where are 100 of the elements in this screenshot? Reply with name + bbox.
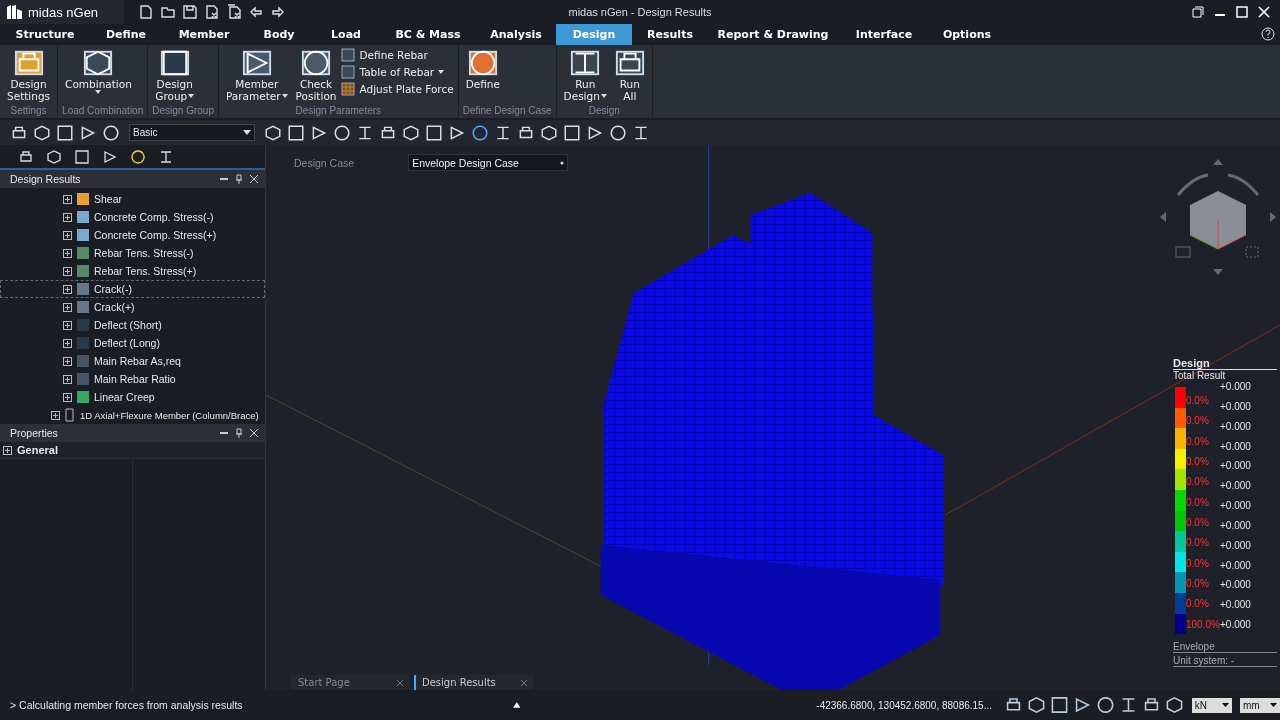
ribbon-button[interactable]: Adjust Plate Force [341,82,454,96]
expand-icon[interactable] [63,374,72,384]
menu-tab[interactable]: Options [930,24,1004,45]
expand-icon[interactable] [63,302,72,312]
tool-icon [341,48,356,62]
expand-icon[interactable] [63,392,72,402]
panel-title: Properties [10,427,58,439]
document-tab[interactable]: Start Page [290,675,410,690]
ribbon-button[interactable]: Check Position [292,48,340,102]
open-folder-icon[interactable] [160,4,176,20]
view-mode-dropdown[interactable]: Basic [129,124,255,141]
expand-icon[interactable] [63,248,72,258]
close-icon[interactable] [249,174,259,184]
undo-icon[interactable] [248,4,264,20]
percent-label: 0.0% [1186,395,1210,408]
view-cube-drawing[interactable] [1158,157,1278,277]
panel-title: Design Results [10,173,81,185]
ribbon-button[interactable]: Design Settings [4,48,54,102]
ribbon-button[interactable]: Define [462,48,503,90]
menu-tab[interactable]: Structure [0,24,90,45]
ribbon-button[interactable]: Design Group [152,48,198,102]
new-file-icon[interactable] [138,4,154,20]
ribbon-button[interactable]: Combination [62,48,135,94]
group-label: Define Design Case [462,105,552,118]
help-icon[interactable] [1261,27,1275,41]
percent-label: 0.0% [1186,456,1210,469]
group-label: Design [587,105,621,118]
menu-tab[interactable]: Member [162,24,246,45]
expand-icon[interactable] [63,212,72,222]
expand-icon[interactable] [63,230,72,240]
expand-icon[interactable] [63,356,72,366]
tool-icon [614,48,645,78]
close-file-icon[interactable] [204,4,220,20]
logo-icon [6,3,24,21]
pin-icon[interactable] [234,174,244,184]
menu-tab[interactable]: Results [632,24,708,45]
expand-icon[interactable] [63,320,72,330]
tree-item[interactable]: 1D Axial+Flexure Member (Column/Brace) [0,406,265,424]
menu-tab[interactable]: Define [90,24,162,45]
menu-tab[interactable]: Load [312,24,380,45]
expand-icon[interactable] [3,445,12,455]
frame-icon[interactable] [1027,695,1046,715]
tree-item[interactable]: Crack(+) [0,298,265,316]
legend-value: +0.000 [1220,440,1251,454]
legend-value: +0.000 [1220,519,1251,533]
tree-item[interactable]: Rebar Tens. Stress(+) [0,262,265,280]
expand-icon[interactable] [512,702,521,708]
percent-label: 0.0% [1186,537,1210,551]
tree-item[interactable]: Deflect (Long) [0,334,265,352]
ribbon-button[interactable]: Define Rebar [341,48,454,62]
menu-tab[interactable]: Body [246,24,312,45]
restore-icon[interactable] [1192,6,1204,18]
legend-value: +0.000 [1220,420,1251,434]
expand-icon[interactable] [63,194,72,204]
menu-tab[interactable]: Interface [838,24,930,45]
ribbon-button[interactable]: Member Parameter [222,48,291,102]
tree-item[interactable]: Crack(-) [0,280,265,298]
menu-tab[interactable]: Analysis [476,24,556,45]
close-all-icon[interactable] [226,4,242,20]
maximize-icon[interactable] [1236,6,1248,18]
save-icon[interactable] [182,4,198,20]
group-label: Load Combination [62,105,144,118]
legend-value: +0.000 [1220,500,1251,514]
expand-icon[interactable] [63,266,72,276]
legend-value: +0.000 [1220,599,1251,613]
app-name: midas nGen [28,4,99,20]
window-title: midas nGen - Design Results [568,6,712,18]
expand-icon[interactable] [51,410,60,420]
tree-item[interactable]: Linear Creep [0,388,265,406]
tree-item[interactable]: Concrete Comp. Stress(-) [0,208,265,226]
legend-footer: Envelope [1173,641,1277,653]
frame-icon[interactable] [425,123,443,142]
percent-label: 0.0% [1186,516,1210,530]
close-icon[interactable] [249,428,259,438]
ribbon-button[interactable]: Run Design [560,48,610,102]
menu-tab[interactable]: BC & Mass [380,24,476,45]
tool-icon [83,48,114,78]
property-group[interactable]: General [0,442,265,458]
tree-item[interactable]: Concrete Comp. Stress(+) [0,226,265,244]
tool-icon [570,48,601,78]
ribbon-button[interactable]: Table of Rebar [341,65,454,79]
coordinates-text: -42366.6800, 130452.6800, 88086.15... [816,699,992,711]
legend-value: +0.000 [1220,539,1251,553]
expand-icon[interactable] [63,284,72,294]
tree-item[interactable]: Main Rebar As,req [0,352,265,370]
length-unit-dropdown[interactable]: mm [1239,697,1280,713]
legend-value: +0.000 [1220,579,1251,593]
tree-item[interactable]: Rebar Tens. Stress(-) [0,244,265,262]
document-tab[interactable]: Design Results [414,675,534,690]
pin-icon[interactable] [234,428,244,438]
tree-item[interactable]: Deflect (Short) [0,316,265,334]
tree-item[interactable]: Shear [0,190,265,208]
group-label: Settings [9,105,48,118]
menu-tab[interactable]: Report & Drawing [708,24,838,45]
redo-icon[interactable] [270,4,286,20]
design-case-dropdown[interactable]: Envelope Design Case [408,154,569,171]
expand-icon[interactable] [63,338,72,348]
tree-item[interactable]: Main Rebar Ratio [0,370,265,388]
ribbon-button[interactable]: Run All [611,48,648,102]
force-unit-dropdown[interactable]: kN [1191,697,1232,713]
